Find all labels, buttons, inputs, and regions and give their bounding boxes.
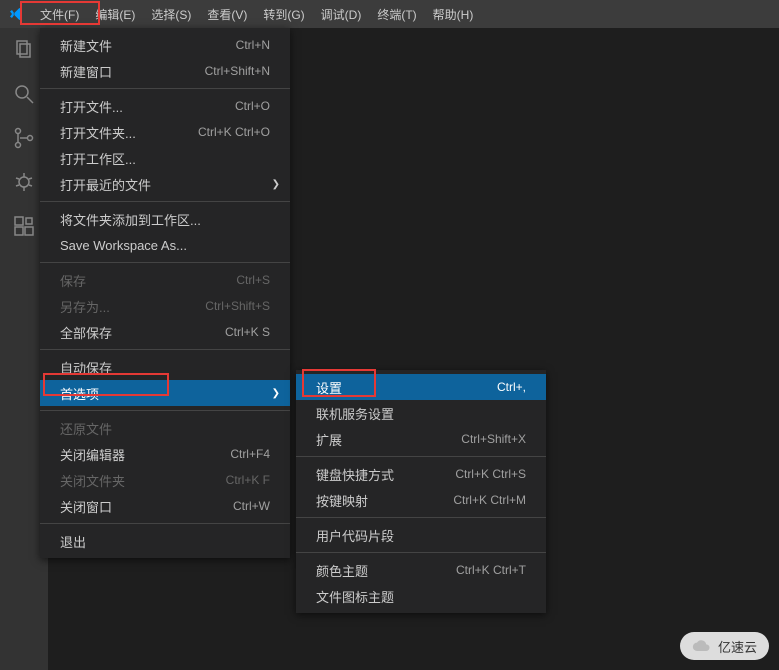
menu-item-label: 关闭文件夹 bbox=[60, 471, 125, 490]
menu-3[interactable]: 查看(V) bbox=[199, 4, 255, 26]
menu-item-shortcut: Ctrl+Shift+N bbox=[205, 64, 270, 78]
menu-item-shortcut: Ctrl+Shift+S bbox=[205, 299, 270, 313]
menu-item-label: 打开文件夹... bbox=[60, 123, 136, 142]
menu-item-label: 另存为... bbox=[60, 297, 110, 316]
menu-1[interactable]: 编辑(E) bbox=[87, 4, 143, 26]
menu-item[interactable]: 打开最近的文件 ❯ bbox=[40, 171, 290, 197]
menu-item-label: 打开工作区... bbox=[60, 149, 136, 168]
menu-item-shortcut: Ctrl+F4 bbox=[230, 447, 270, 461]
menu-item-label: 颜色主题 bbox=[316, 561, 368, 580]
menu-item-label: 用户代码片段 bbox=[316, 526, 394, 545]
menu-5[interactable]: 调试(D) bbox=[313, 4, 370, 26]
menu-item-label: 退出 bbox=[60, 532, 86, 551]
menu-item-label: 自动保存 bbox=[60, 358, 112, 377]
menu-item-label: 文件图标主题 bbox=[316, 587, 394, 606]
menu-item[interactable]: 关闭窗口 Ctrl+W bbox=[40, 493, 290, 519]
menubar: 文件(F)编辑(E)选择(S)查看(V)转到(G)调试(D)终端(T)帮助(H) bbox=[0, 0, 779, 28]
preferences-submenu: 设置 Ctrl+, 联机服务设置扩展 Ctrl+Shift+X 键盘快捷方式 Ctrl+K… bbox=[296, 370, 546, 613]
menu-item[interactable]: 设置 Ctrl+, bbox=[296, 374, 546, 400]
menu-item[interactable]: 打开文件夹... Ctrl+K Ctrl+O bbox=[40, 119, 290, 145]
debug-icon[interactable] bbox=[12, 170, 36, 194]
menu-separator bbox=[40, 410, 290, 411]
search-icon[interactable] bbox=[12, 82, 36, 106]
extensions-icon[interactable] bbox=[12, 214, 36, 238]
menu-item-shortcut: Ctrl+K Ctrl+S bbox=[455, 467, 526, 481]
menu-item[interactable]: 颜色主题 Ctrl+K Ctrl+T bbox=[296, 557, 546, 583]
menu-2[interactable]: 选择(S) bbox=[143, 4, 199, 26]
menu-item[interactable]: 打开文件... Ctrl+O bbox=[40, 93, 290, 119]
cloud-icon bbox=[692, 636, 712, 656]
menu-item-label: 按键映射 bbox=[316, 491, 368, 510]
menu-item-shortcut: Ctrl+S bbox=[236, 273, 270, 287]
menu-item[interactable]: 按键映射 Ctrl+K Ctrl+M bbox=[296, 487, 546, 513]
menu-item-label: 关闭窗口 bbox=[60, 497, 112, 516]
menu-item-label: 设置 bbox=[316, 378, 342, 397]
menu-item-label: Save Workspace As... bbox=[60, 238, 187, 253]
menu-item: 还原文件 bbox=[40, 415, 290, 441]
menu-separator bbox=[40, 88, 290, 89]
menu-item[interactable]: 新建文件 Ctrl+N bbox=[40, 32, 290, 58]
menu-item[interactable]: 首选项 ❯ bbox=[40, 380, 290, 406]
watermark-badge: 亿速云 bbox=[680, 632, 769, 660]
file-menu-dropdown: 新建文件Ctrl+N新建窗口Ctrl+Shift+N打开文件...Ctrl+O打… bbox=[40, 28, 290, 558]
menu-4[interactable]: 转到(G) bbox=[255, 4, 312, 26]
menu-separator bbox=[40, 523, 290, 524]
menu-item-label: 打开文件... bbox=[60, 97, 123, 116]
menu-item-label: 保存 bbox=[60, 271, 86, 290]
menu-item-label: 首选项 bbox=[60, 384, 99, 403]
menu-item-shortcut: Ctrl+Shift+X bbox=[461, 432, 526, 446]
menu-item[interactable]: 将文件夹添加到工作区... bbox=[40, 206, 290, 232]
menu-item-label: 还原文件 bbox=[60, 419, 112, 438]
menu-item-label: 将文件夹添加到工作区... bbox=[60, 210, 201, 229]
menu-separator bbox=[296, 552, 546, 553]
menu-item-label: 键盘快捷方式 bbox=[316, 465, 394, 484]
menu-item[interactable]: 用户代码片段 bbox=[296, 522, 546, 548]
menu-0[interactable]: 文件(F) bbox=[32, 4, 87, 26]
menu-item-label: 扩展 bbox=[316, 430, 342, 449]
menu-item[interactable]: 键盘快捷方式 Ctrl+K Ctrl+S bbox=[296, 461, 546, 487]
menu-item[interactable]: 全部保存 Ctrl+K S bbox=[40, 319, 290, 345]
menu-item-shortcut: Ctrl+K Ctrl+M bbox=[453, 493, 526, 507]
menu-item[interactable]: 自动保存 bbox=[40, 354, 290, 380]
watermark-label: 亿速云 bbox=[718, 637, 757, 656]
vscode-logo-icon bbox=[8, 6, 24, 22]
menu-item-shortcut: Ctrl+K Ctrl+O bbox=[198, 125, 270, 139]
menu-item-shortcut: Ctrl+K Ctrl+T bbox=[456, 563, 526, 577]
menu-item-label: 打开最近的文件 bbox=[60, 175, 151, 194]
menu-item-shortcut: Ctrl+W bbox=[233, 499, 270, 513]
menu-separator bbox=[40, 349, 290, 350]
menu-item-label: 新建窗口 bbox=[60, 62, 112, 81]
menu-item[interactable]: 新建窗口 Ctrl+Shift+N bbox=[40, 58, 290, 84]
menu-item[interactable]: Save Workspace As... bbox=[40, 232, 290, 258]
menu-item[interactable]: 打开工作区... bbox=[40, 145, 290, 171]
menu-item[interactable]: 文件图标主题 bbox=[296, 583, 546, 609]
source-control-icon[interactable] bbox=[12, 126, 36, 150]
menu-item-shortcut: Ctrl+K F bbox=[226, 473, 270, 487]
menu-item: 保存 Ctrl+S bbox=[40, 267, 290, 293]
menu-item-label: 全部保存 bbox=[60, 323, 112, 342]
menu-item[interactable]: 关闭编辑器 Ctrl+F4 bbox=[40, 441, 290, 467]
menu-separator bbox=[40, 262, 290, 263]
menu-item[interactable]: 退出 bbox=[40, 528, 290, 554]
menu-item-label: 联机服务设置 bbox=[316, 404, 394, 423]
menu-separator bbox=[40, 201, 290, 202]
menu-7[interactable]: 帮助(H) bbox=[425, 4, 482, 26]
menu-item[interactable]: 联机服务设置 bbox=[296, 400, 546, 426]
chevron-right-icon: ❯ bbox=[272, 179, 280, 190]
menu-item-label: 关闭编辑器 bbox=[60, 445, 125, 464]
menu-item[interactable]: 扩展 Ctrl+Shift+X bbox=[296, 426, 546, 452]
chevron-right-icon: ❯ bbox=[272, 388, 280, 399]
menu-item-shortcut: Ctrl+N bbox=[236, 38, 270, 52]
menu-item: 另存为... Ctrl+Shift+S bbox=[40, 293, 290, 319]
menu-separator bbox=[296, 456, 546, 457]
menu-item-shortcut: Ctrl+K S bbox=[225, 325, 270, 339]
menu-item-shortcut: Ctrl+, bbox=[497, 380, 526, 394]
menu-item: 关闭文件夹 Ctrl+K F bbox=[40, 467, 290, 493]
explorer-icon[interactable] bbox=[12, 38, 36, 62]
menu-item-label: 新建文件 bbox=[60, 36, 112, 55]
menu-separator bbox=[296, 517, 546, 518]
menu-item-shortcut: Ctrl+O bbox=[235, 99, 270, 113]
menu-6[interactable]: 终端(T) bbox=[369, 4, 424, 26]
